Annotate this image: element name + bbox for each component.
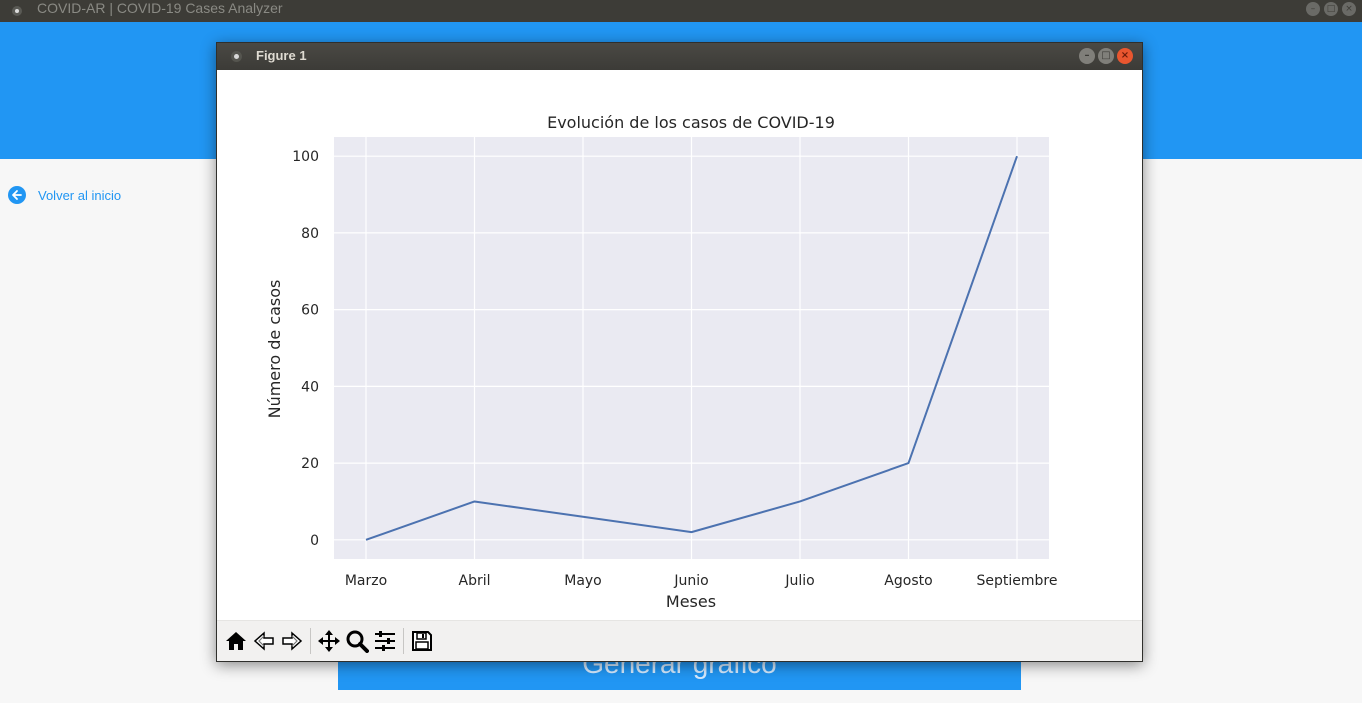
app-window-icon <box>12 6 22 16</box>
back-link-label: Volver al inicio <box>38 187 122 203</box>
save-icon <box>412 631 432 651</box>
plot-canvas[interactable]: 0 20 40 60 80 100 Marzo Abril Mayo Junio Julio Ago… <box>217 70 1142 620</box>
x-tick-label: Junio <box>673 573 708 589</box>
pan-icon <box>318 630 340 652</box>
figure-window: Figure 1 – □ × 0 20 40 60 80 100 Marzo Abril Ma… <box>216 42 1143 662</box>
x-tick-label: Mayo <box>564 573 602 589</box>
y-tick-labels: 0 20 40 60 80 100 <box>292 149 319 549</box>
back-to-home-link[interactable]: Volver al inicio <box>8 186 121 204</box>
figure-toolbar <box>217 620 1142 661</box>
toolbar-separator <box>403 628 404 654</box>
x-tick-label: Julio <box>784 573 814 589</box>
figure-titlebar: Figure 1 – □ × <box>217 43 1142 70</box>
y-tick-label: 60 <box>301 303 319 319</box>
x-tick-label: Agosto <box>884 573 932 589</box>
y-tick-label: 40 <box>301 379 319 395</box>
x-tick-label: Abril <box>459 573 491 589</box>
app-title: COVID-AR | COVID-19 Cases Analyzer <box>37 0 283 16</box>
toolbar-zoom-button[interactable] <box>343 627 371 655</box>
y-tick-label: 20 <box>301 456 319 472</box>
y-axis-label: Número de casos <box>265 280 284 419</box>
x-tick-labels: Marzo Abril Mayo Junio Julio Agosto Septiembre <box>345 573 1058 589</box>
toolbar-pan-button[interactable] <box>315 627 343 655</box>
zoom-icon <box>346 630 369 653</box>
chart-title: Evolución de los casos de COVID-19 <box>547 113 835 132</box>
line-chart: 0 20 40 60 80 100 Marzo Abril Mayo Junio Julio Ago… <box>265 113 1058 611</box>
y-tick-label: 0 <box>310 533 319 549</box>
app-maximize-button[interactable]: □ <box>1324 2 1338 16</box>
toolbar-separator <box>310 628 311 654</box>
x-tick-label: Marzo <box>345 573 387 589</box>
figure-maximize-button[interactable]: □ <box>1098 48 1114 64</box>
x-axis-label: Meses <box>666 592 716 611</box>
back-arrow-icon <box>253 631 274 651</box>
configure-subplots-icon <box>375 631 395 651</box>
toolbar-home-button[interactable] <box>222 627 250 655</box>
app-minimize-button[interactable]: – <box>1306 2 1320 16</box>
y-tick-label: 100 <box>292 149 319 165</box>
toolbar-forward-button[interactable] <box>278 627 306 655</box>
toolbar-configure-button[interactable] <box>371 627 399 655</box>
toolbar-save-button[interactable] <box>408 627 436 655</box>
toolbar-back-button[interactable] <box>250 627 278 655</box>
figure-title: Figure 1 <box>256 48 307 63</box>
app-titlebar: COVID-AR | COVID-19 Cases Analyzer – □ × <box>0 0 1362 22</box>
forward-arrow-icon <box>282 631 303 651</box>
app-close-button[interactable]: × <box>1342 2 1356 16</box>
arrow-left-circle-icon <box>8 186 26 204</box>
home-icon <box>226 632 246 650</box>
figure-window-icon <box>231 51 242 62</box>
figure-minimize-button[interactable]: – <box>1079 48 1095 64</box>
figure-close-button[interactable]: × <box>1117 48 1133 64</box>
x-tick-label: Septiembre <box>977 573 1058 589</box>
y-tick-label: 80 <box>301 226 319 242</box>
